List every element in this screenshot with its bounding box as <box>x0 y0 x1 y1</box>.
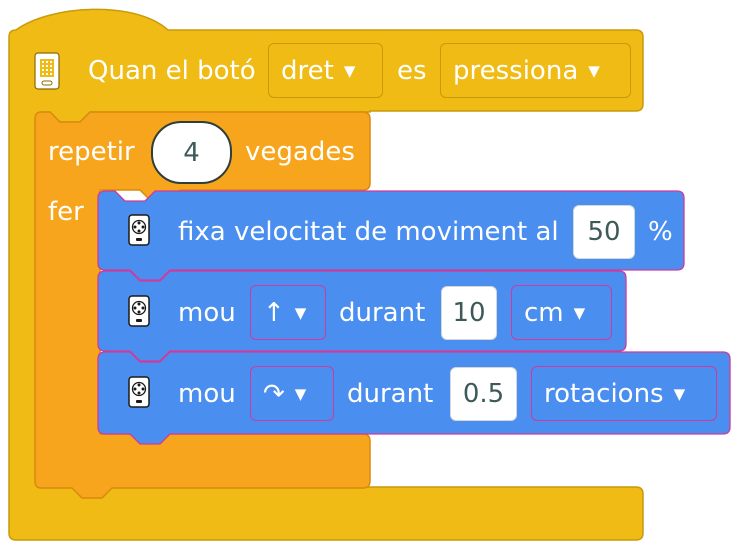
chevron-down-icon: ▼ <box>573 303 586 322</box>
chevron-down-icon: ▼ <box>343 61 356 80</box>
direction-arrow-icon: ↑ <box>263 297 285 328</box>
button-dropdown-value: dret <box>281 55 334 86</box>
repeat-label: repetir <box>48 137 135 167</box>
during-label: durant <box>339 298 426 328</box>
speed-value-input[interactable]: 50 <box>573 205 635 259</box>
event-prefix-label: Quan el botó <box>88 56 256 86</box>
remote-icon <box>128 295 150 327</box>
state-dropdown[interactable]: pressiona ▼ <box>440 43 631 98</box>
set-speed-label: fixa velocitat de moviment al <box>178 217 559 247</box>
unit-dropdown-value: cm <box>524 297 564 328</box>
direction-dropdown[interactable]: ↑ ▼ <box>250 285 326 340</box>
remote-icon <box>128 376 150 408</box>
state-dropdown-value: pressiona <box>453 55 579 86</box>
remote-icon <box>128 214 150 246</box>
move-label: mou <box>178 298 236 328</box>
distance-input[interactable]: 10 <box>441 286 497 340</box>
during-label: durant <box>347 379 434 409</box>
unit-dropdown[interactable]: cm ▼ <box>511 285 612 340</box>
direction-dropdown[interactable]: ↷ ▼ <box>250 366 334 421</box>
speed-unit-label: % <box>648 217 673 247</box>
times-label: vegades <box>245 137 355 167</box>
chevron-down-icon: ▼ <box>673 384 686 403</box>
rotation-amount-input[interactable]: 0.5 <box>450 367 517 421</box>
hub-icon <box>34 52 60 90</box>
unit-dropdown[interactable]: rotacions ▼ <box>531 366 717 421</box>
chevron-down-icon: ▼ <box>588 61 600 80</box>
move-label: mou <box>178 379 236 409</box>
button-dropdown[interactable]: dret ▼ <box>268 43 383 98</box>
turn-arrow-icon: ↷ <box>263 378 285 409</box>
es-label: es <box>397 56 427 86</box>
unit-dropdown-value: rotacions <box>544 378 664 409</box>
chevron-down-icon: ▼ <box>294 384 307 403</box>
do-label: fer <box>48 197 84 227</box>
chevron-down-icon: ▼ <box>294 303 307 322</box>
repeat-count-input[interactable]: 4 <box>151 121 232 184</box>
